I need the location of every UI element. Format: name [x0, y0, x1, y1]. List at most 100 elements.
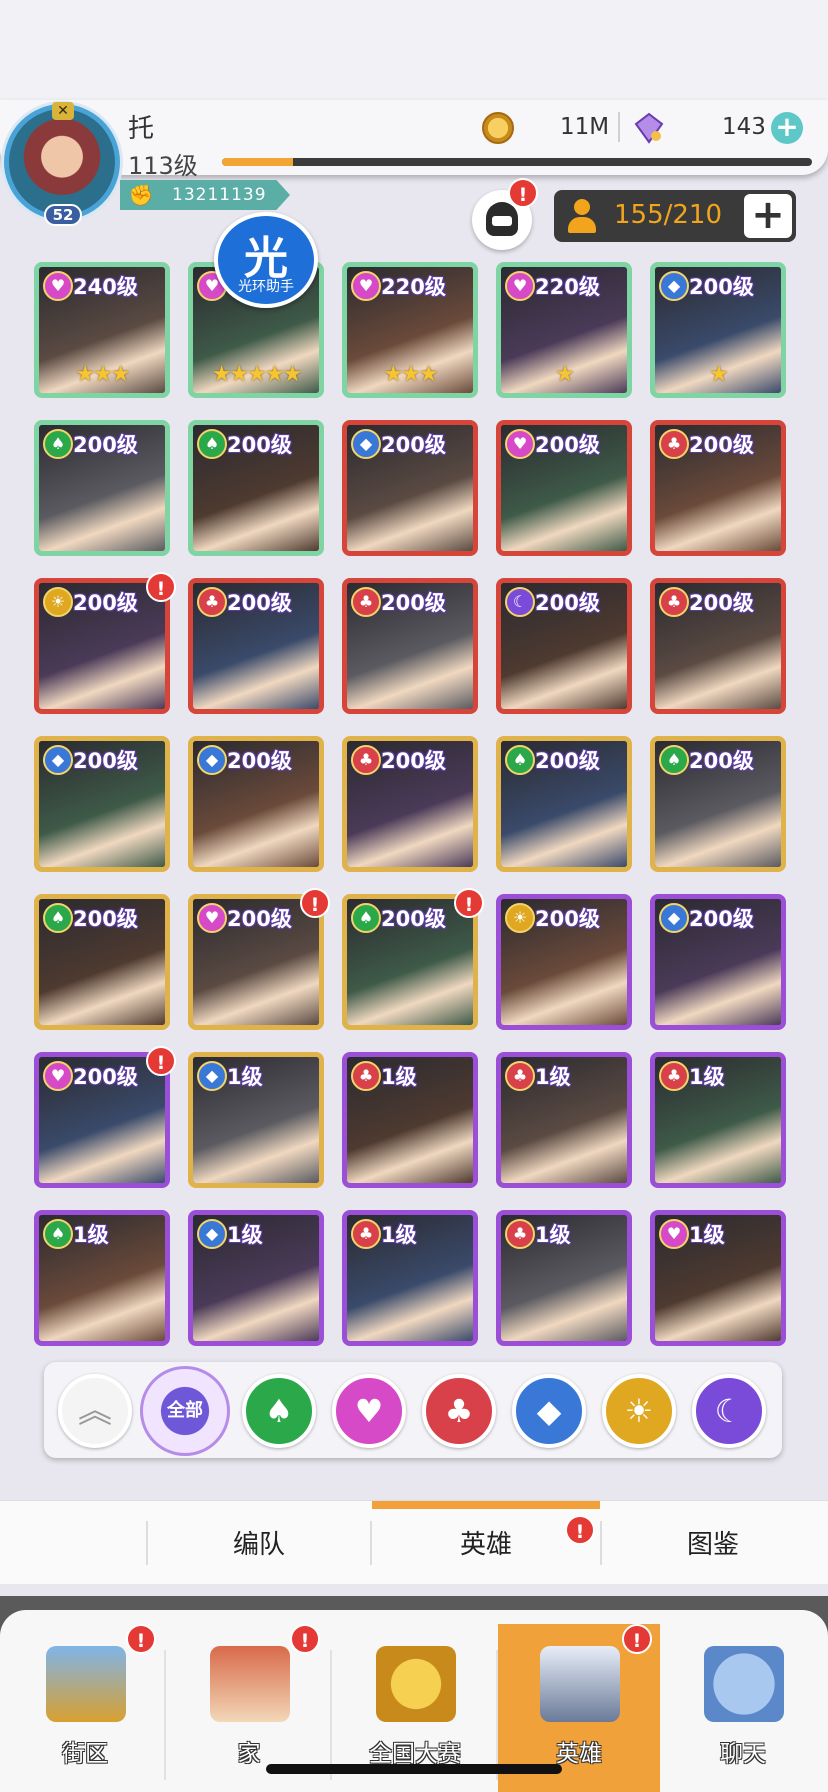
spade-icon: ♠: [43, 903, 73, 933]
avatar-level-badge: 52: [44, 204, 82, 226]
club-icon: ♣: [505, 1219, 535, 1249]
hero-card[interactable]: ♥ 240级 ★★★: [34, 262, 170, 398]
hero-card[interactable]: ◆ 200级: [34, 736, 170, 872]
hero-level: 200级: [73, 749, 138, 773]
spade-icon: ♠: [505, 745, 535, 775]
heart-icon: ♥: [351, 271, 381, 301]
filter-spade-icon[interactable]: ♠: [242, 1374, 316, 1448]
hero-level: 200级: [227, 749, 292, 773]
hero-capacity-count: 155/210: [614, 200, 723, 230]
filter-diamond-icon[interactable]: ◆: [512, 1374, 586, 1448]
diamond-icon: ◆: [351, 429, 381, 459]
hero-card[interactable]: ♣ 200级: [650, 578, 786, 714]
gem-icon: [634, 112, 664, 144]
nav-home-alert-badge: !: [290, 1624, 320, 1654]
hero-alert-badge: !: [146, 572, 176, 602]
helper-floating-badge[interactable]: 光 光环助手: [214, 212, 318, 308]
hero-card[interactable]: ◆ 1级: [188, 1210, 324, 1346]
hero-card[interactable]: ♣ 1级: [650, 1052, 786, 1188]
gem-value: 143: [722, 114, 766, 140]
diamond-icon: ◆: [659, 903, 689, 933]
tab-codex[interactable]: 图鉴: [602, 1501, 824, 1585]
nav-national-contest-label: 全国大赛: [369, 1741, 461, 1767]
hero-card[interactable]: ♥ 220级 ★★★: [342, 262, 478, 398]
hero-level: 200级: [381, 433, 446, 457]
spade-icon: ♠: [659, 745, 689, 775]
add-gems-button[interactable]: +: [771, 112, 803, 144]
hero-level: 200级: [227, 907, 292, 931]
person-icon: [568, 199, 596, 233]
nav-heroes-alert-badge: !: [622, 1624, 652, 1654]
hero-stars: ★★★: [383, 362, 438, 387]
hero-level: 200级: [73, 1065, 138, 1089]
hero-level: 220级: [535, 275, 600, 299]
hero-capacity: 155/210 +: [554, 190, 796, 242]
hero-level: 200级: [689, 907, 754, 931]
hero-card[interactable]: ♣ 1级: [342, 1210, 478, 1346]
hero-card[interactable]: ♥ 200级: [188, 894, 324, 1030]
hero-card[interactable]: ♠ 1级: [34, 1210, 170, 1346]
hero-card[interactable]: ♠ 200级: [34, 894, 170, 1030]
hero-card[interactable]: ♥ 200级: [34, 1052, 170, 1188]
expand-capacity-button[interactable]: +: [744, 194, 792, 238]
collapse-chevron-up-icon[interactable]: ︽: [58, 1374, 132, 1448]
heart-icon: ♥: [197, 903, 227, 933]
hero-card[interactable]: ♣ 200级: [650, 420, 786, 556]
exp-bar-fill: [222, 158, 293, 166]
nav-chat[interactable]: 聊天: [668, 1624, 818, 1792]
hero-card[interactable]: ♣ 1级: [342, 1052, 478, 1188]
hero-stars: ★: [555, 362, 575, 387]
hero-card[interactable]: ♠ 200级: [188, 420, 324, 556]
hero-card[interactable]: ♣ 200级: [342, 578, 478, 714]
exp-bar: [222, 158, 812, 166]
hero-card[interactable]: ◆ 200级: [188, 736, 324, 872]
club-icon: ♣: [351, 745, 381, 775]
hero-card[interactable]: ♣ 1级: [496, 1052, 632, 1188]
filter-sun-icon[interactable]: ☀: [602, 1374, 676, 1448]
tab-formation[interactable]: 编队: [148, 1501, 370, 1585]
hero-card[interactable]: ◆ 200级 ★: [650, 262, 786, 398]
filter-club-icon[interactable]: ♣: [422, 1374, 496, 1448]
hero-card[interactable]: ♠ 200级: [34, 420, 170, 556]
hero-card[interactable]: ♣ 200级: [188, 578, 324, 714]
hero-card[interactable]: ♠ 200级: [650, 736, 786, 872]
filter-all-button[interactable]: 全部: [140, 1366, 230, 1456]
hero-card[interactable]: ♥ 220级 ★: [496, 262, 632, 398]
hero-card[interactable]: ♣ 1级: [496, 1210, 632, 1346]
hero-card[interactable]: ♥ 200级: [496, 420, 632, 556]
hero-stars: ★: [709, 362, 729, 387]
hero-card[interactable]: ♣ 200级: [342, 736, 478, 872]
hero-card[interactable]: ☀ 200级: [34, 578, 170, 714]
hero-level: 1级: [73, 1223, 109, 1247]
hero-alert-badge: !: [454, 888, 484, 918]
diamond-icon: ◆: [197, 1061, 227, 1091]
hero-card[interactable]: ◆ 1级: [188, 1052, 324, 1188]
hero-level: 240级: [73, 275, 138, 299]
tab-heroes[interactable]: 英雄: [372, 1501, 600, 1585]
sun-icon: ☀: [505, 903, 535, 933]
club-icon: ♣: [659, 429, 689, 459]
tab-heroes-alert-badge: !: [565, 1515, 595, 1545]
filter-moon-icon[interactable]: ☾: [692, 1374, 766, 1448]
heart-icon: ♥: [43, 1061, 73, 1091]
diamond-icon: ◆: [197, 745, 227, 775]
hero-level: 200级: [535, 591, 600, 615]
hero-card[interactable]: ☾ 200级: [496, 578, 632, 714]
fist-icon: ✊: [128, 183, 154, 207]
hero-card[interactable]: ♥ 1级: [650, 1210, 786, 1346]
hero-card[interactable]: ◆ 200级: [342, 420, 478, 556]
hero-level: 1级: [227, 1065, 263, 1089]
faction-filter-bar: ︽ 全部 ♠ ♥ ♣ ◆ ☀ ☾: [44, 1362, 782, 1458]
player-avatar[interactable]: [4, 104, 120, 220]
hero-card[interactable]: ☀ 200级: [496, 894, 632, 1030]
hero-card[interactable]: ♠ 200级: [496, 736, 632, 872]
hero-level: 1级: [689, 1223, 725, 1247]
home-indicator: [266, 1764, 562, 1774]
spade-icon: ♠: [351, 903, 381, 933]
helper-badge-label: 光环助手: [238, 279, 294, 295]
hero-card[interactable]: ♠ 200级: [342, 894, 478, 1030]
hero-level: 200级: [73, 433, 138, 457]
hero-level: 200级: [381, 591, 446, 615]
hero-card[interactable]: ◆ 200级: [650, 894, 786, 1030]
filter-heart-icon[interactable]: ♥: [332, 1374, 406, 1448]
